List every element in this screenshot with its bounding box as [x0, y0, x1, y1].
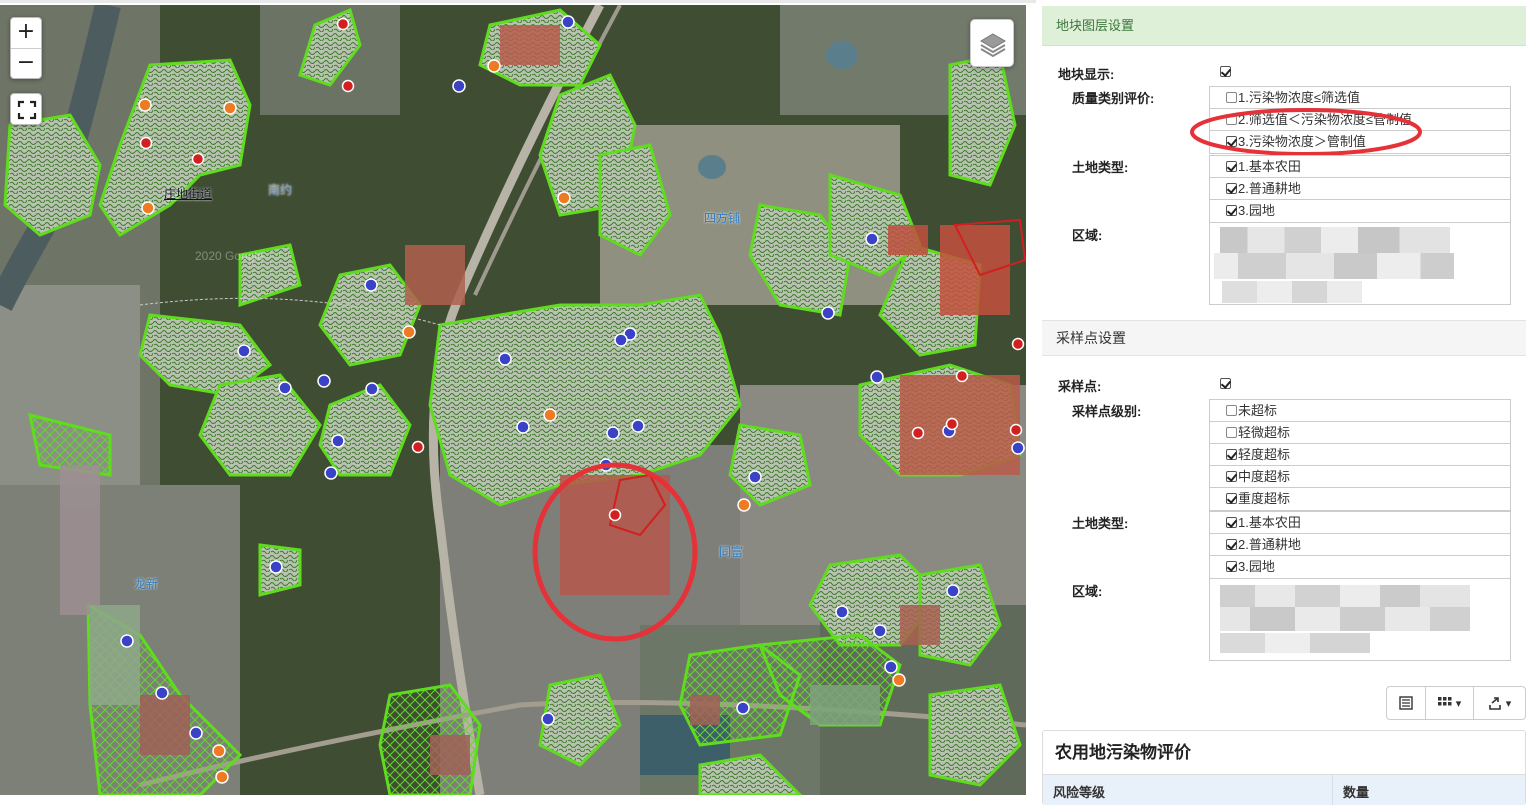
checkbox[interactable] [1226, 92, 1237, 103]
satellite-imagery [0, 5, 1026, 795]
checkbox[interactable] [1226, 493, 1237, 504]
export-icon [1488, 697, 1501, 710]
column-header-risk[interactable]: 风险等级 [1043, 775, 1333, 805]
map-label-street: 庄地街道 [164, 187, 213, 201]
region-label: 区域: [1072, 228, 1103, 243]
fullscreen-button[interactable] [10, 93, 42, 125]
zoom-in-button[interactable]: + [11, 18, 41, 48]
option-label: 3.园地 [1238, 203, 1275, 218]
settings-panel: 地块图层设置 地块显示: 质量类别评价: 1.污染物浓度≤筛选值 2.筛选值＜污… [1036, 0, 1532, 805]
option-label: 未超标 [1238, 403, 1278, 418]
layer-switcher-button[interactable] [970, 19, 1014, 67]
land-type-option[interactable]: 2.普通耕地 [1210, 178, 1510, 200]
map-label-east: 四方铺 [704, 211, 741, 225]
region-value-blurred [1220, 633, 1370, 653]
region-value-blurred [1222, 281, 1362, 303]
option-label: 中度超标 [1238, 469, 1291, 484]
checkbox[interactable] [1226, 561, 1237, 572]
option-label: 重度超标 [1238, 491, 1291, 506]
map-view[interactable]: 庄地街道 四方铺 龙新 同富 2020 Google 南约 + − [0, 5, 1026, 795]
parcel-layer-header: 地块图层设置 [1042, 6, 1526, 46]
zoom-out-button[interactable]: − [11, 48, 41, 78]
region-select[interactable] [1209, 222, 1511, 305]
region-value-blurred [1220, 227, 1450, 255]
sample-level-options: 未超标 轻微超标 轻度超标 中度超标 重度超标 [1209, 399, 1511, 511]
sample-level-option[interactable]: 轻度超标 [1210, 444, 1510, 466]
sample-display-label: 采样点: [1058, 379, 1102, 394]
land-type-option[interactable]: 2.普通耕地 [1210, 534, 1510, 556]
table-toolbar: ▾ ▾ [1386, 686, 1526, 720]
map-label-lower-left: 龙新 [134, 577, 159, 591]
export-dropdown-button[interactable]: ▾ [1474, 686, 1526, 720]
option-label: 轻度超标 [1238, 447, 1291, 462]
region-value-blurred [1220, 585, 1470, 607]
option-label: 1.基本农田 [1238, 515, 1301, 530]
sample-region-label: 区域: [1072, 584, 1103, 599]
option-label: 轻微超标 [1238, 425, 1291, 440]
caret-down-icon: ▾ [1505, 697, 1512, 710]
sample-region-select[interactable] [1209, 578, 1511, 661]
region-value-blurred [1214, 253, 1454, 279]
sample-level-option[interactable]: 中度超标 [1210, 466, 1510, 488]
land-type-option[interactable]: 3.园地 [1210, 200, 1510, 222]
checkbox[interactable] [1226, 449, 1237, 460]
region-value-blurred [1220, 607, 1470, 631]
checkbox[interactable] [1226, 405, 1237, 416]
sample-level-option[interactable]: 轻微超标 [1210, 422, 1510, 444]
quality-category-label: 质量类别评价: [1072, 91, 1155, 106]
list-icon [1399, 696, 1413, 710]
land-type-options: 1.基本农田 2.普通耕地 3.园地 [1209, 155, 1511, 223]
evaluation-panel: 农用地污染物评价 风险等级 数量 [1042, 730, 1526, 805]
option-label: 3.园地 [1238, 559, 1275, 574]
land-type-option[interactable]: 1.基本农田 [1210, 156, 1510, 178]
evaluation-table-header: 风险等级 数量 [1043, 775, 1525, 805]
sample-level-label: 采样点级别: [1072, 404, 1142, 419]
sample-level-option[interactable]: 重度超标 [1210, 488, 1510, 510]
option-label: 2.普通耕地 [1238, 181, 1301, 196]
column-header-count[interactable]: 数量 [1333, 775, 1369, 805]
checkbox[interactable] [1226, 205, 1237, 216]
sample-display-checkbox[interactable] [1220, 378, 1231, 389]
columns-dropdown-button[interactable]: ▾ [1426, 686, 1474, 720]
option-label: 1.污染物浓度≤筛选值 [1238, 90, 1360, 105]
checkbox[interactable] [1226, 471, 1237, 482]
checkbox[interactable] [1226, 161, 1237, 172]
evaluation-title: 农用地污染物评价 [1043, 731, 1525, 775]
checkbox[interactable] [1226, 517, 1237, 528]
zoom-control: + − [10, 17, 42, 79]
land-type-option[interactable]: 1.基本农田 [1210, 512, 1510, 534]
parcel-display-label: 地块显示: [1058, 67, 1115, 82]
checkbox[interactable] [1226, 183, 1237, 194]
sample-level-option[interactable]: 未超标 [1210, 400, 1510, 422]
sample-point-header: 采样点设置 [1042, 320, 1526, 356]
grid-columns-icon [1437, 697, 1452, 706]
fullscreen-icon [17, 100, 37, 120]
parcel-display-checkbox[interactable] [1220, 66, 1231, 77]
map-label-center-south: 同富 [719, 545, 744, 559]
sample-land-type-label: 土地类型: [1072, 516, 1129, 531]
annotation-circle [1190, 108, 1422, 156]
option-label: 2.普通耕地 [1238, 537, 1301, 552]
checkbox[interactable] [1226, 539, 1237, 550]
option-label: 1.基本农田 [1238, 159, 1301, 174]
checkbox[interactable] [1226, 427, 1237, 438]
layers-icon [980, 33, 1006, 58]
map-watermark: 2020 Google [195, 249, 264, 263]
caret-down-icon: ▾ [1455, 697, 1462, 710]
sample-land-type-options: 1.基本农田 2.普通耕地 3.园地 [1209, 511, 1511, 579]
toggle-view-button[interactable] [1386, 686, 1426, 720]
map-label-faint: 南约 [268, 183, 293, 197]
land-type-option[interactable]: 3.园地 [1210, 556, 1510, 578]
land-type-label: 土地类型: [1072, 160, 1129, 175]
